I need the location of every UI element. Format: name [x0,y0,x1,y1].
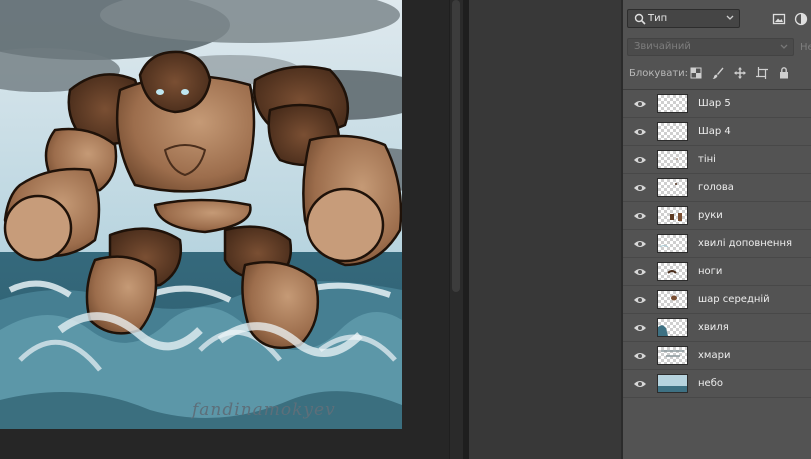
collapsed-panel-dock [469,0,621,459]
golem-painting [0,0,402,429]
chevron-down-icon [780,44,788,49]
eye-icon[interactable] [633,238,647,250]
scrollbar-thumb[interactable] [452,0,460,292]
eye-icon[interactable] [633,378,647,390]
chevron-down-icon [726,15,734,20]
lock-position-icon[interactable] [733,66,747,80]
layer-thumbnail [657,150,688,169]
blend-mode-label: Звичайний [634,41,691,52]
layer-name: ноги [698,266,723,277]
opacity-label: Не [800,42,811,53]
layer-row-nebo[interactable]: небо [623,370,811,398]
layer-row-shar-5[interactable]: Шар 5 [623,90,811,118]
layer-name: шар середній [698,294,770,305]
layer-thumbnail [657,318,688,337]
layer-filter-dropdown[interactable]: Тип [627,9,740,28]
layer-thumbnail [657,262,688,281]
artwork-canvas[interactable]: fandinamokyev [0,0,402,429]
layer-name: Шар 5 [698,98,731,109]
lock-all-icon[interactable] [777,66,791,80]
layer-row-tini[interactable]: тіні [623,146,811,174]
layer-row-nohy[interactable]: ноги [623,258,811,286]
layer-row-ruky[interactable]: руки [623,202,811,230]
artist-signature: fandinamokyev [192,400,336,420]
eye-icon[interactable] [633,126,647,138]
eye-icon[interactable] [633,182,647,194]
layer-row-holova[interactable]: голова [623,174,811,202]
layer-name: голова [698,182,734,193]
layers-filter-row: Тип [623,0,811,36]
lock-image-pixels-icon[interactable] [711,66,725,80]
layer-filter-label: Тип [648,13,668,24]
adjustment-filter-icon[interactable] [794,12,808,26]
layer-name: тіні [698,154,716,165]
lock-artboard-icon[interactable] [755,66,769,80]
layer-name: небо [698,378,723,389]
layer-thumbnail [657,178,688,197]
layer-name: Шар 4 [698,126,731,137]
eye-icon[interactable] [633,322,647,334]
lock-transparent-pixels-icon[interactable] [689,66,703,80]
layer-row-khvylia[interactable]: хвиля [623,314,811,342]
eye-icon[interactable] [633,266,647,278]
layer-name: хмари [698,350,731,361]
canvas-area[interactable]: fandinamokyev [0,0,449,459]
layer-row-khvyli-dopovnennia[interactable]: хвилі доповнення [623,230,811,258]
eye-icon[interactable] [633,294,647,306]
layer-thumbnail [657,234,688,253]
layer-row-shar-4[interactable]: Шар 4 [623,118,811,146]
layer-name: руки [698,210,723,221]
layer-thumbnail [657,94,688,113]
layer-thumbnail [657,346,688,365]
lock-row: Блокувати: [623,62,811,86]
layer-name: хвиля [698,322,729,333]
layer-thumbnail [657,206,688,225]
lock-label: Блокувати: [629,68,689,79]
eye-icon[interactable] [633,154,647,166]
layer-name: хвилі доповнення [698,238,793,249]
layers-panel: Тип Звичайний Не Блокувати: Шар 5 Шар 4 [623,0,811,459]
layer-row-shar-serednii[interactable]: шар середній [623,286,811,314]
blend-row: Звичайний Не [623,36,811,60]
layers-list: Шар 5 Шар 4 тіні голова руки хвилі допов… [623,89,811,400]
layer-row-khmary[interactable]: хмари [623,342,811,370]
eye-icon[interactable] [633,98,647,110]
blend-mode-dropdown[interactable]: Звичайний [627,38,794,56]
eye-icon[interactable] [633,350,647,362]
layer-thumbnail [657,122,688,141]
image-filter-icon[interactable] [772,12,786,26]
layer-thumbnail [657,290,688,309]
eye-icon[interactable] [633,210,647,222]
layer-thumbnail [657,374,688,393]
search-icon [634,13,646,25]
